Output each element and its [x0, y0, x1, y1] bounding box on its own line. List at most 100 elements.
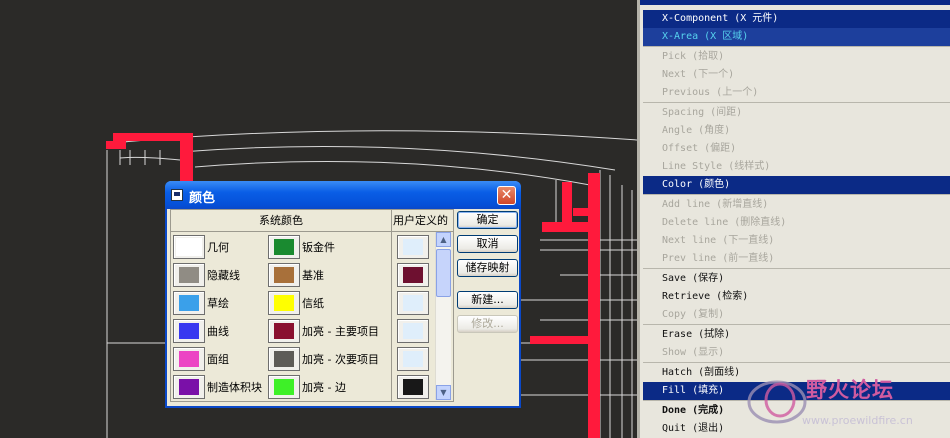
user-color-swatch[interactable]	[397, 375, 429, 399]
modify-button[interactable]: 修改...	[457, 315, 518, 333]
color-swatch-fill	[274, 267, 294, 283]
scroll-up-icon[interactable]: ▲	[436, 232, 451, 247]
color-label: 几何	[207, 241, 229, 254]
menu-item[interactable]: Retrieve (检索)	[643, 288, 950, 306]
color-label: 制造体积块	[207, 381, 262, 394]
cancel-button[interactable]: 取消	[457, 235, 518, 253]
color-label: 基准	[302, 269, 324, 282]
color-swatch-fill	[176, 238, 202, 256]
menu-separator	[643, 324, 950, 325]
system-color-item[interactable]: 制造体积块	[173, 373, 262, 401]
user-color-swatch[interactable]	[397, 347, 429, 371]
system-color-item[interactable]: 加亮 - 次要项目	[268, 345, 379, 373]
user-color-swatch[interactable]	[397, 319, 429, 343]
highlight-red-r5	[573, 208, 593, 216]
system-colors-header: 系统颜色	[171, 210, 391, 232]
user-color-swatch[interactable]	[397, 291, 429, 315]
system-color-item[interactable]: 几何	[173, 233, 229, 261]
system-colors-panel: 系统颜色 几何隐藏线 草绘 曲线 面组制造体积块 钣金件基准信纸加亮 - 主要项目 加亮 …	[170, 209, 392, 402]
color-swatch-fill	[274, 295, 294, 311]
system-color-item[interactable]: 加亮 - 边	[268, 373, 346, 401]
menu-item[interactable]: Offset (偏距)	[643, 140, 950, 158]
menu-item[interactable]: X-Component (X 元件)	[643, 10, 950, 28]
color-swatch[interactable]	[268, 347, 300, 371]
system-color-item[interactable]: 面组	[173, 345, 229, 373]
color-label: 加亮 - 主要项目	[302, 325, 379, 338]
color-swatch-fill	[179, 267, 199, 283]
color-swatch[interactable]	[268, 291, 300, 315]
menu-item[interactable]: Add line (新增直线)	[643, 196, 950, 214]
menu-item[interactable]: Save (保存)	[643, 270, 950, 288]
color-swatch[interactable]	[173, 235, 205, 259]
menu-header-strip	[640, 0, 950, 5]
menu-item[interactable]: Delete line (删除直线)	[643, 214, 950, 232]
menu-separator	[643, 362, 950, 363]
menu-item[interactable]: Previous (上一个)	[643, 84, 950, 102]
user-color-swatch[interactable]	[397, 235, 429, 259]
save-map-button[interactable]: 储存映射	[457, 259, 518, 277]
system-color-item[interactable]: 钣金件	[268, 233, 335, 261]
menu-item[interactable]: Next (下一个)	[643, 66, 950, 84]
menu-item[interactable]: Line Style (线样式)	[643, 158, 950, 176]
system-color-item[interactable]: 隐藏线	[173, 261, 240, 289]
color-swatch[interactable]	[173, 319, 205, 343]
menu-item[interactable]: Color (颜色)	[643, 176, 950, 194]
system-color-item[interactable]: 曲线	[173, 317, 229, 345]
user-colors-panel: 用户定义的 ▲ ▼	[392, 209, 454, 402]
highlight-red-r2	[542, 222, 592, 232]
color-label: 加亮 - 边	[302, 381, 346, 394]
menu-separator	[643, 102, 950, 103]
watermark-brand: 野火论坛	[806, 378, 894, 402]
menu-separator	[643, 194, 950, 195]
color-swatch[interactable]	[268, 235, 300, 259]
color-swatch[interactable]	[173, 263, 205, 287]
ok-button[interactable]: 确定	[457, 211, 518, 229]
user-colors-header: 用户定义的	[392, 210, 453, 232]
wireframe-curve-4	[119, 156, 181, 161]
color-swatch-fill	[179, 379, 199, 395]
color-label: 加亮 - 次要项目	[302, 353, 379, 366]
system-color-item[interactable]: 基准	[268, 261, 324, 289]
scroll-thumb[interactable]	[436, 249, 451, 297]
menu-item[interactable]: Spacing (间距)	[643, 104, 950, 122]
menu-separator	[643, 46, 950, 47]
color-swatch[interactable]	[268, 319, 300, 343]
system-color-item[interactable]: 草绘	[173, 289, 229, 317]
color-dialog: 颜色 ✕ 系统颜色 几何隐藏线 草绘 曲线 面组制造体积块 钣金件基准信纸加亮 - 主要…	[165, 181, 521, 408]
window-icon	[171, 189, 183, 201]
color-label: 钣金件	[302, 241, 335, 254]
color-swatch-fill	[403, 351, 423, 367]
color-label: 信纸	[302, 297, 324, 310]
menu-item[interactable]: Prev line (前一直线)	[643, 250, 950, 268]
color-swatch-fill	[403, 323, 423, 339]
color-swatch[interactable]	[173, 347, 205, 371]
user-color-swatch[interactable]	[397, 263, 429, 287]
menu-separator	[643, 268, 950, 269]
menu-item[interactable]: X-Area (X 区域)	[643, 28, 950, 46]
color-swatch[interactable]	[268, 263, 300, 287]
watermark-url: www.proewildfire.cn	[802, 414, 913, 427]
highlight-red-left	[106, 141, 126, 149]
system-color-item[interactable]: 加亮 - 主要项目	[268, 317, 379, 345]
menu-item[interactable]: Next line (下一直线)	[643, 232, 950, 250]
menu-item[interactable]: Erase (拭除)	[643, 326, 950, 344]
scroll-down-icon[interactable]: ▼	[436, 385, 451, 400]
color-swatch[interactable]	[173, 375, 205, 399]
color-swatch-fill	[274, 379, 294, 395]
menu-item[interactable]: Angle (角度)	[643, 122, 950, 140]
new-button[interactable]: 新建...	[457, 291, 518, 309]
menu-item[interactable]: Show (显示)	[643, 344, 950, 362]
color-swatch-fill	[274, 351, 294, 367]
color-swatch-fill	[403, 267, 423, 283]
menu-item[interactable]: Pick (拾取)	[643, 48, 950, 66]
system-color-item[interactable]: 信纸	[268, 289, 324, 317]
user-colors-scrollbar[interactable]: ▲ ▼	[435, 232, 451, 400]
highlight-red-down	[180, 133, 193, 185]
color-swatch-fill	[179, 295, 199, 311]
highlight-red-r4	[530, 336, 592, 344]
dialog-titlebar[interactable]: 颜色 ✕	[165, 181, 521, 209]
close-icon[interactable]: ✕	[497, 186, 516, 205]
menu-item[interactable]: Copy (复制)	[643, 306, 950, 324]
color-swatch[interactable]	[268, 375, 300, 399]
color-swatch[interactable]	[173, 291, 205, 315]
